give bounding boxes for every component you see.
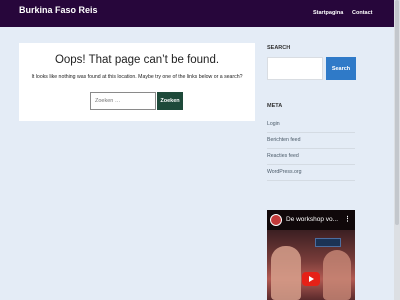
page-title: Oops! That page can’t be found. <box>54 54 220 66</box>
video-figure-right <box>323 250 351 300</box>
video-figure-left <box>271 246 301 300</box>
meta-link-comments-feed[interactable]: Reacties feed <box>267 149 355 159</box>
site-header: Burkina Faso Reis Startpagina Contact <box>0 0 400 27</box>
search-input[interactable] <box>90 92 156 110</box>
sidebar-search-button[interactable]: Search <box>326 57 356 80</box>
zoeken-button[interactable]: Zoeken <box>157 92 183 110</box>
scrollbar-thumb[interactable] <box>395 0 399 225</box>
more-options-icon[interactable]: ⋮ <box>344 215 351 223</box>
nav-item-startpagina[interactable]: Startpagina <box>313 10 343 16</box>
list-item: Login <box>267 117 355 133</box>
video-title[interactable]: De workshop vo... <box>286 216 338 223</box>
search-widget-heading: SEARCH <box>267 45 291 51</box>
list-item: Reacties feed <box>267 149 355 165</box>
nav-item-contact[interactable]: Contact <box>352 10 372 16</box>
list-item: WordPress.org <box>267 165 355 181</box>
meta-widget-heading: META <box>267 103 283 109</box>
not-found-card: Oops! That page can’t be found. It looks… <box>19 43 255 121</box>
sidebar-search-input[interactable] <box>267 57 323 80</box>
meta-link-wordpress[interactable]: WordPress.org <box>267 165 355 175</box>
site-title-link[interactable]: Burkina Faso Reis <box>19 5 98 15</box>
channel-avatar-icon[interactable] <box>270 214 282 226</box>
meta-link-login[interactable]: Login <box>267 117 355 127</box>
video-sign-shape <box>315 238 341 247</box>
meta-list: Login Berichten feed Reacties feed WordP… <box>267 117 355 181</box>
play-icon <box>309 276 314 282</box>
meta-link-entries-feed[interactable]: Berichten feed <box>267 133 355 143</box>
list-item: Berichten feed <box>267 133 355 149</box>
video-title-bar: De workshop vo... ⋮ <box>267 210 355 230</box>
video-embed[interactable]: De workshop vo... ⋮ <box>267 210 355 300</box>
error-message: It looks like nothing was found at this … <box>31 74 243 80</box>
